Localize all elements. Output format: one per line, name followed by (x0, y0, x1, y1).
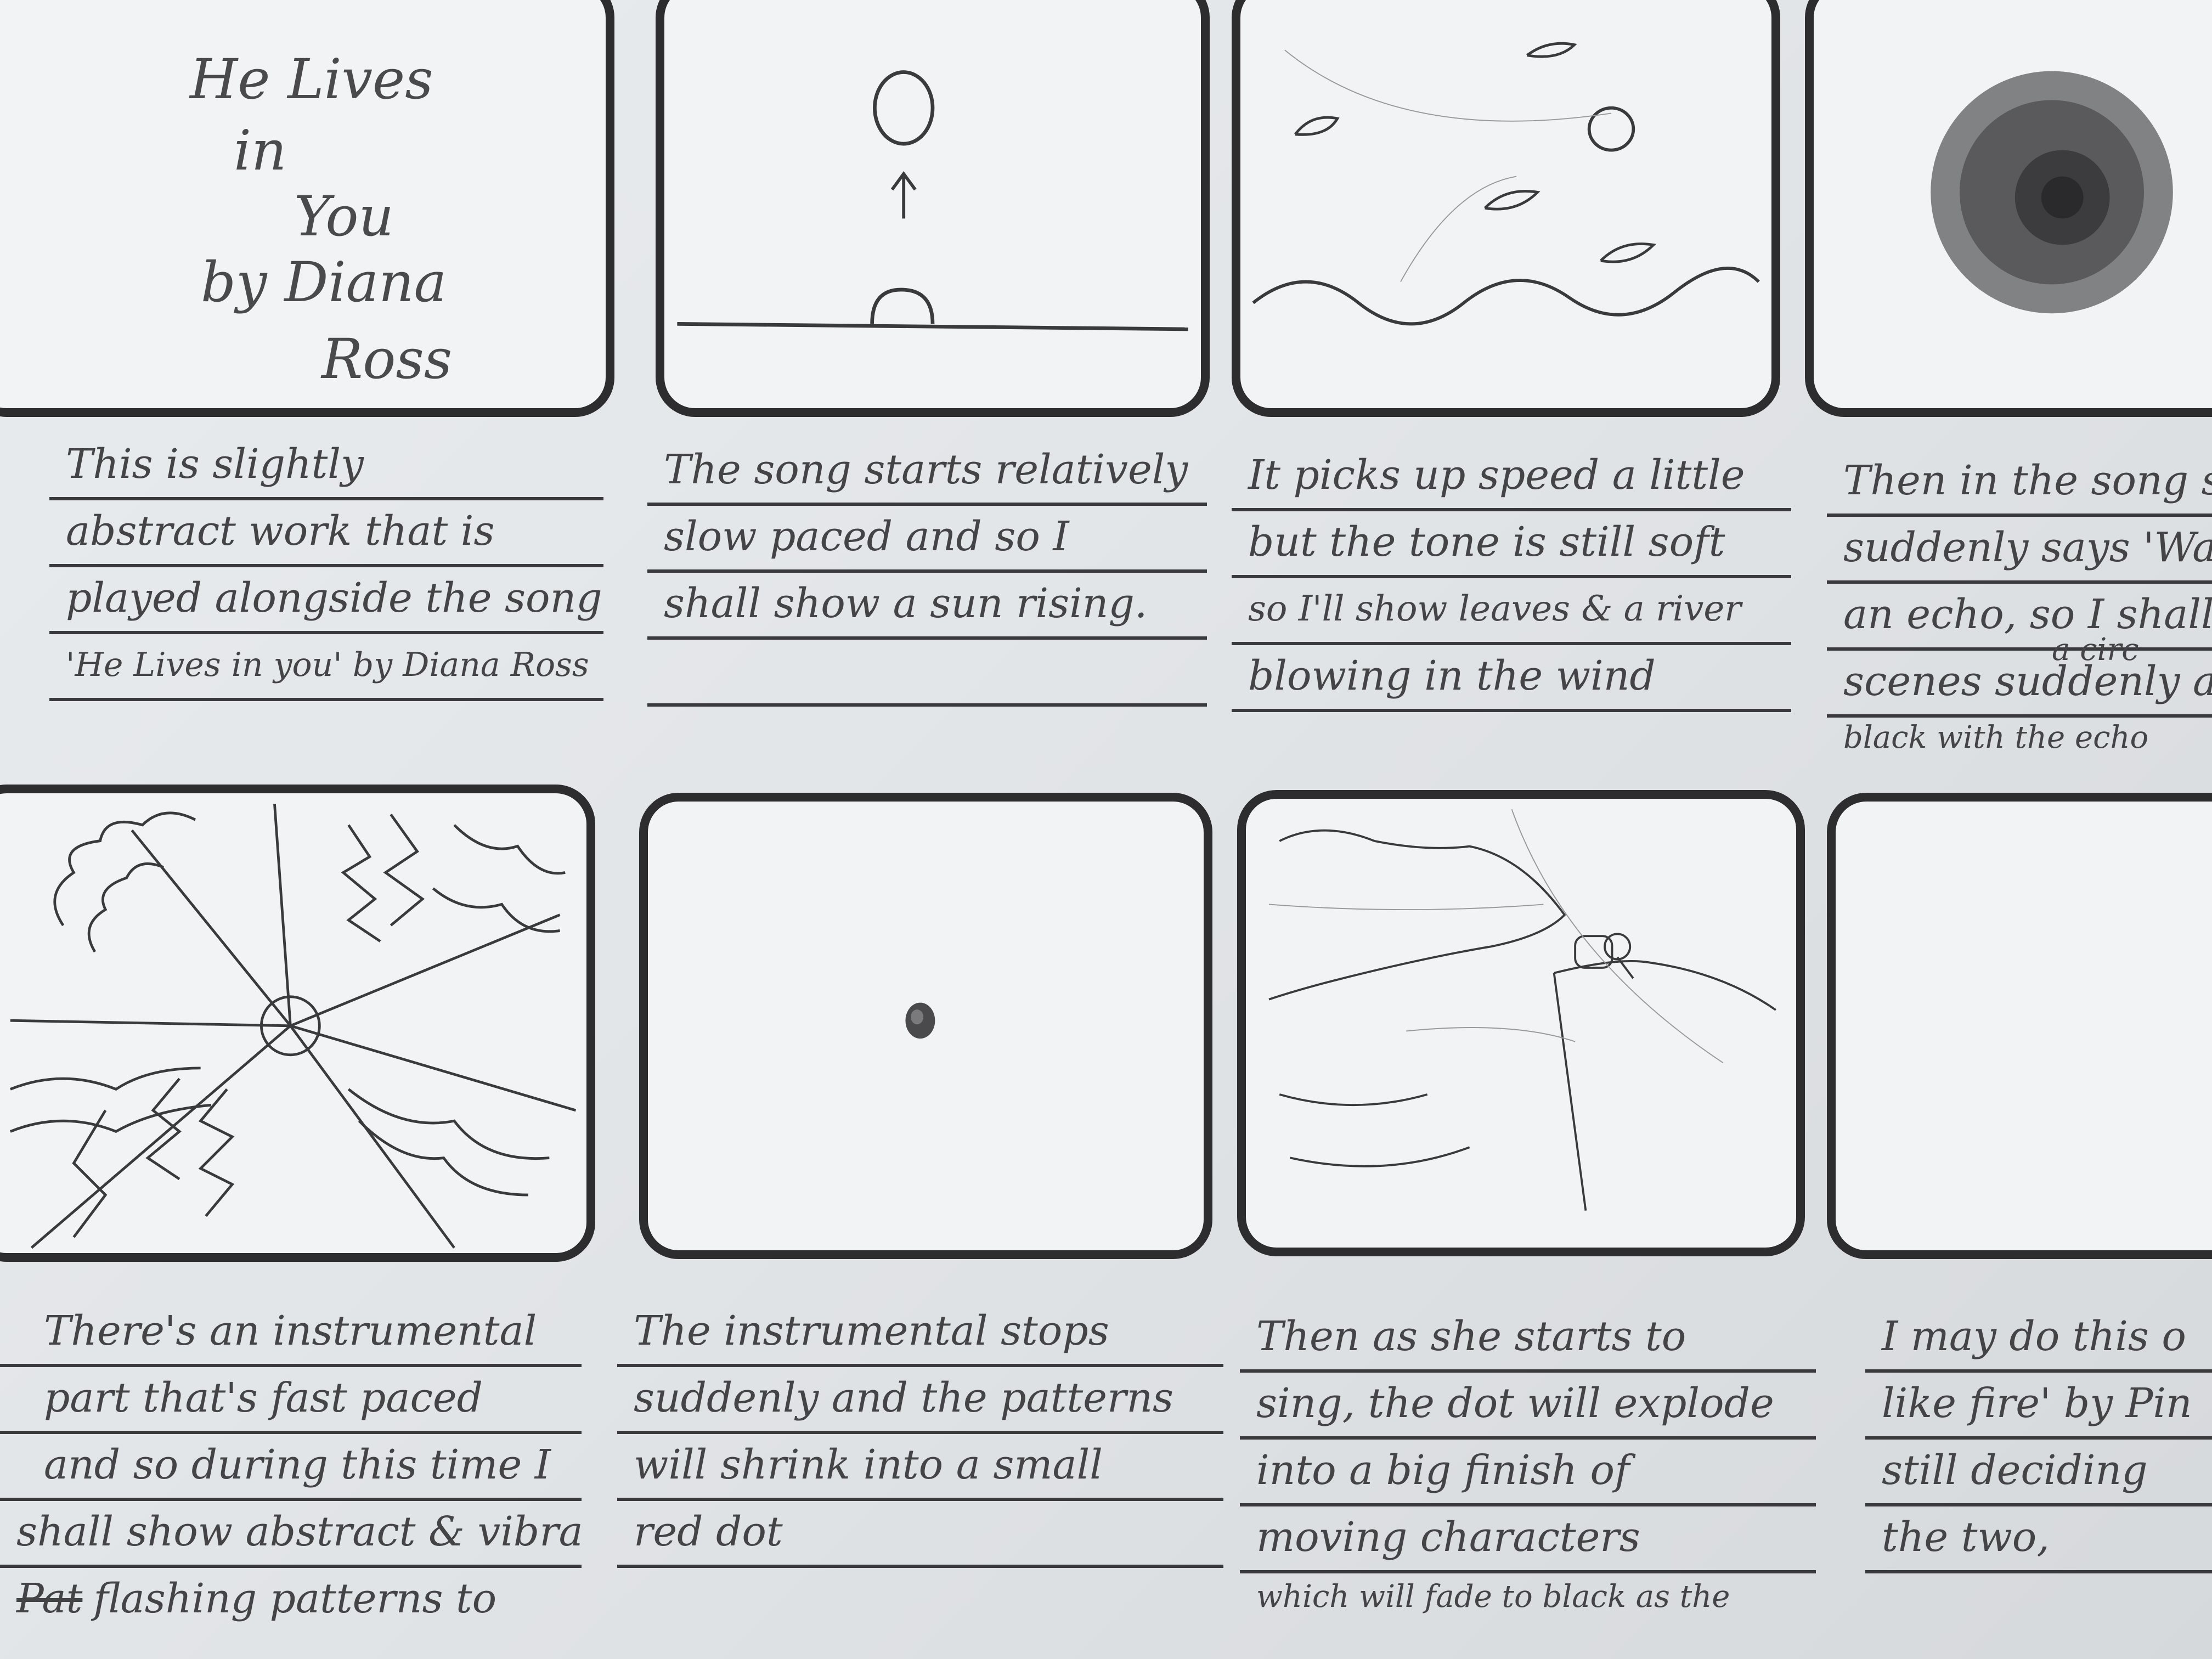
caption-4-line-4: scenes suddenly and s (1827, 651, 2212, 718)
caption-1-line-3: played alongside the song (49, 567, 603, 634)
caption-8-line-4: the two, (1865, 1506, 2212, 1573)
sunrise-sketch (677, 70, 1188, 331)
struck-word: Pat (16, 1575, 83, 1622)
caption-8-line-2: like fire' by Pin (1865, 1373, 2212, 1440)
caption-7-line-2: sing, the dot will explode (1240, 1373, 1816, 1440)
caption-1: This is slightly abstract work that is p… (49, 433, 603, 730)
caption-2: The song starts relatively slow paced an… (647, 439, 1207, 735)
caption-7-line-1: Then as she starts to (1240, 1306, 1816, 1373)
caption-5: There's an instrumental part that's fast… (0, 1300, 582, 1659)
caption-7: Then as she starts to sing, the dot will… (1240, 1306, 1816, 1659)
caption-8-line-3: still deciding (1865, 1440, 2212, 1506)
panel-eye-echo (1805, 0, 2212, 417)
caption-6-line-1: The instrumental stops (617, 1300, 1223, 1367)
caption-8-line-1: I may do this o (1865, 1306, 2212, 1373)
caption-6-line-4: red dot (617, 1501, 1223, 1568)
panel-title-card: He Lives in You by Diana Ross (0, 0, 614, 417)
panel-characters (1237, 790, 1805, 1256)
leaves-river-sketch (1252, 42, 1760, 326)
caption-4-line-1: Then in the song sh (1827, 450, 2212, 517)
title-line-2: in (234, 119, 287, 183)
caption-5-line-5: Pat flashing patterns to (0, 1568, 582, 1635)
caption-3: It picks up speed a little but the tone … (1232, 444, 1791, 741)
eye-sketch (1931, 71, 2173, 314)
caption-1-line-2: abstract work that is (49, 500, 603, 567)
caption-1-line-4: 'He Lives in you' by Diana Ross (49, 634, 603, 701)
caption-6-line-2: suddenly and the patterns (617, 1367, 1223, 1434)
caption-5-line-2: part that's fast paced (0, 1367, 582, 1434)
caption-2-line-1: The song starts relatively (647, 439, 1207, 506)
caption-1-line-1: This is slightly (49, 433, 603, 500)
caption-7-line-4: moving characters (1240, 1506, 1816, 1573)
caption-6: The instrumental stops suddenly and the … (617, 1300, 1223, 1629)
title-line-1: He Lives (190, 47, 433, 111)
caption-2-line-2: slow paced and so I (647, 506, 1207, 573)
caption-2-line-4 (647, 640, 1207, 707)
caption-5-line-4: shall show abstract & vibrant (0, 1501, 582, 1568)
title-line-5: Ross (321, 327, 453, 391)
caption-3-line-1: It picks up speed a little (1232, 444, 1791, 511)
caption-4-line-2: suddenly says 'Wait (1827, 517, 2212, 584)
panel-blank (1827, 793, 2212, 1259)
caption-4: Then in the song sh suddenly says 'Wait … (1827, 450, 2212, 779)
title-line-4: by Diana (201, 250, 447, 314)
panel-red-dot (639, 793, 1212, 1259)
panel-abstract-patterns (0, 785, 595, 1262)
caption-3-line-3: so I'll show leaves & a river (1232, 578, 1791, 645)
caption-3-line-4: blowing in the wind (1232, 645, 1791, 712)
caption-6-line-3: will shrink into a small (617, 1434, 1223, 1501)
caption-8: I may do this o like fire' by Pin still … (1865, 1306, 2212, 1635)
caption-5-line-5-text: flashing patterns to (93, 1575, 497, 1622)
caption-4-line-5: black with the echo (1843, 720, 2149, 755)
storyboard-sheet: He Lives in You by Diana Ross This is sl… (0, 0, 2212, 1659)
title-line-3: You (294, 184, 394, 249)
caption-2-line-3: shall show a sun rising. (647, 573, 1207, 640)
caption-5-line-1: There's an instrumental (0, 1300, 582, 1367)
abstract-patterns-sketch (9, 804, 577, 1249)
caption-5-line-3: and so during this time I (0, 1434, 582, 1501)
red-dot-sketch (905, 1002, 935, 1039)
caption-7-line-3: into a big finish of (1240, 1440, 1816, 1506)
caption-3-line-2: but the tone is still soft (1232, 511, 1791, 578)
panel-sunrise (656, 0, 1210, 417)
characters-sketch (1268, 809, 1776, 1211)
panel-leaves-river (1232, 0, 1780, 417)
caption-7-line-5: which will fade to black as the (1256, 1579, 1730, 1615)
